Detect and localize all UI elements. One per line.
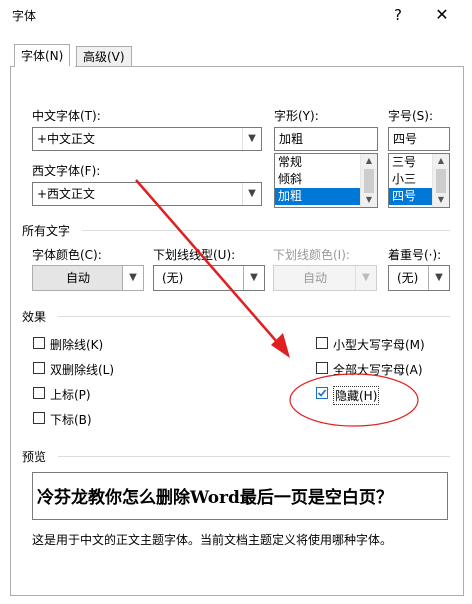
annotation-overlay <box>135 179 419 427</box>
annotation-arrow <box>135 179 285 351</box>
annotation-circle <box>289 373 419 427</box>
